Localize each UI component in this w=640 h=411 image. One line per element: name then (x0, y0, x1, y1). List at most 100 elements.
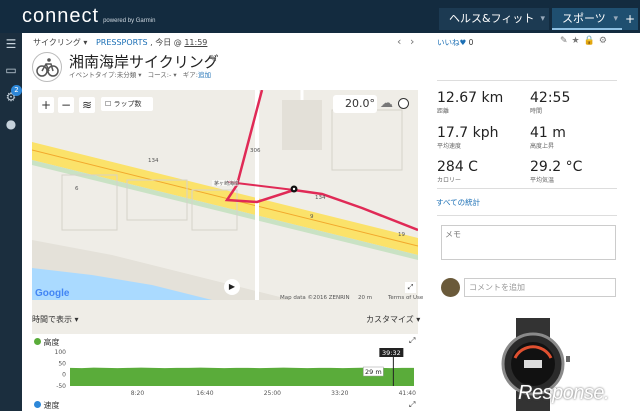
terms-text: Terms of Use (388, 295, 424, 301)
stat-label: 平均速度 (437, 143, 462, 150)
event-value[interactable]: 未分類 (117, 71, 137, 79)
map-label: 6 (75, 186, 79, 192)
course-label: コース: (147, 71, 169, 79)
weather-badge: 20.0° (333, 95, 377, 113)
map-number: 6 (75, 186, 79, 192)
activity-type[interactable]: サイクリング (33, 38, 81, 47)
altitude-chart[interactable]: 100 50 0 -50 8:20 16:40 25:00 33:20 41:40 39:32 29… (32, 348, 418, 398)
x-tick-label: 33:20 (331, 390, 348, 397)
chevron-down-icon: ▾ (613, 14, 618, 24)
time-view-dropdown[interactable]: 時間で表示 ▾ (32, 314, 79, 325)
pressports-link[interactable]: PRESSPORTS (96, 38, 148, 47)
logo-text: connect (22, 5, 100, 27)
play-icon[interactable]: ▶ (224, 279, 240, 295)
place-label: 茅ヶ崎海岸 (214, 180, 239, 187)
pencil-icon[interactable]: ✎ (209, 54, 217, 65)
layers-icon[interactable]: ≋ (79, 97, 95, 113)
info-icon[interactable] (398, 98, 409, 109)
stat-value: 41 m (530, 125, 566, 141)
map-canvas: 茅ヶ崎海岸 (32, 90, 418, 300)
zoom-in-button[interactable]: + (38, 97, 54, 113)
watermark: Response. (518, 382, 610, 404)
stat-value: 29.2 °C (530, 159, 583, 175)
scale-text: 20 m (358, 295, 373, 301)
menu-icon[interactable]: ☰ (3, 37, 19, 51)
stat-value: 284 C (437, 159, 478, 175)
x-tick-label: 41:40 (399, 390, 416, 397)
y-tick-label: 50 (58, 360, 66, 367)
map-label: 19 (398, 232, 405, 238)
divider (437, 215, 617, 216)
stat-value: 12.67 km (437, 90, 504, 106)
date-prefix: 今日 @ (155, 38, 182, 47)
memo-field[interactable]: メモ (441, 225, 616, 260)
lap-label: ラップ数 (113, 100, 142, 108)
inbox-icon[interactable]: ▭ (3, 63, 19, 77)
expand-icon[interactable]: ⤢ (409, 400, 415, 410)
bike-icon (32, 52, 62, 82)
map-number: 9 (310, 214, 314, 220)
altitude-area (70, 367, 414, 386)
comment-input[interactable]: コメントを追加 (464, 278, 616, 297)
connect-logo[interactable]: connect powered by Garmin (22, 5, 155, 28)
speed-header: 速度 (34, 400, 60, 411)
powered-by: powered by Garmin (103, 18, 156, 24)
breadcrumb: サイクリング ▾ PRESSPORTS , 今日 @ 11:59 (33, 38, 208, 47)
chevron-down-icon: ▾ (540, 14, 545, 24)
x-tick-label: 8:20 (131, 390, 145, 397)
time-label: 時間で表示 (32, 315, 72, 324)
zoom-out-button[interactable]: − (58, 97, 74, 113)
gear-label: ギア: (182, 71, 198, 79)
nav-sports[interactable]: スポーツ ▾ (552, 8, 622, 30)
road-label: 306 (250, 148, 261, 154)
activity-meta: イベントタイプ:未分類 ▾ コース:- ▾ ギア:追加 (69, 71, 211, 79)
avatar (441, 278, 460, 297)
stat-value: 17.7 kph (437, 125, 499, 141)
customize-dropdown[interactable]: カスタマイズ ▾ (366, 314, 420, 325)
notification-badge: 2 (11, 85, 22, 96)
action-icons[interactable]: ✎★🔒⚙ (560, 36, 611, 46)
y-tick-label: 0 (62, 372, 66, 379)
cursor-value: 29 m (365, 368, 382, 376)
fullscreen-icon[interactable]: ⤢ (405, 282, 416, 293)
top-bar: connect powered by Garmin ヘルス&フィットネス ▾ スポー… (0, 0, 640, 47)
terms-link[interactable]: Terms of Use (388, 295, 423, 301)
user-icon[interactable]: ● (3, 117, 19, 131)
route-marker-134: 134 (148, 158, 159, 164)
cursor-time: 39:32 (382, 349, 401, 357)
stat-label: 距離 (437, 108, 450, 115)
altitude-label: 高度 (43, 338, 60, 347)
route-marker-306: 306 (250, 148, 261, 154)
lap-toggle[interactable]: ☐ ラップ数 (101, 97, 153, 111)
nav-health-fitness[interactable]: ヘルス&フィットネス ▾ (439, 8, 549, 47)
course-value[interactable]: - (169, 71, 171, 79)
stat-label: 高度上昇 (530, 143, 555, 150)
gear-add-link[interactable]: 追加 (198, 71, 211, 79)
map-number: 19 (398, 232, 405, 238)
scale-bar: 20 m (358, 295, 372, 301)
like-count: 0 (468, 38, 474, 47)
customize-label: カスタマイズ (366, 315, 414, 324)
activity-time[interactable]: 11:59 (184, 38, 207, 47)
x-tick-label: 16:40 (196, 390, 213, 397)
map-label: 9 (310, 214, 314, 220)
speed-label: 速度 (43, 401, 60, 410)
stat-label: 時間 (530, 108, 543, 115)
route-marker-134b: 134 (315, 195, 326, 201)
heart-icon: ♥ (459, 38, 467, 47)
google-text: Google (35, 288, 70, 299)
next-icon[interactable]: › (410, 35, 414, 48)
stat-value: 42:55 (530, 90, 571, 106)
add-button[interactable]: + (622, 8, 638, 30)
google-logo: Google (35, 288, 69, 299)
map-data-credit: Map data ©2016 ZENRIN (280, 295, 350, 301)
altitude-dot (34, 338, 41, 345)
prev-icon[interactable]: ‹ (397, 35, 401, 48)
temperature: 20.0° (345, 97, 375, 110)
all-stats-link[interactable]: すべての統計 (436, 197, 480, 208)
event-label: イベントタイプ: (69, 71, 117, 79)
expand-icon[interactable]: ⤢ (409, 336, 415, 346)
likes-label: いいね (437, 38, 460, 47)
nav-label: スポーツ (562, 12, 606, 25)
likes[interactable]: いいね♥ 0 (437, 37, 473, 48)
